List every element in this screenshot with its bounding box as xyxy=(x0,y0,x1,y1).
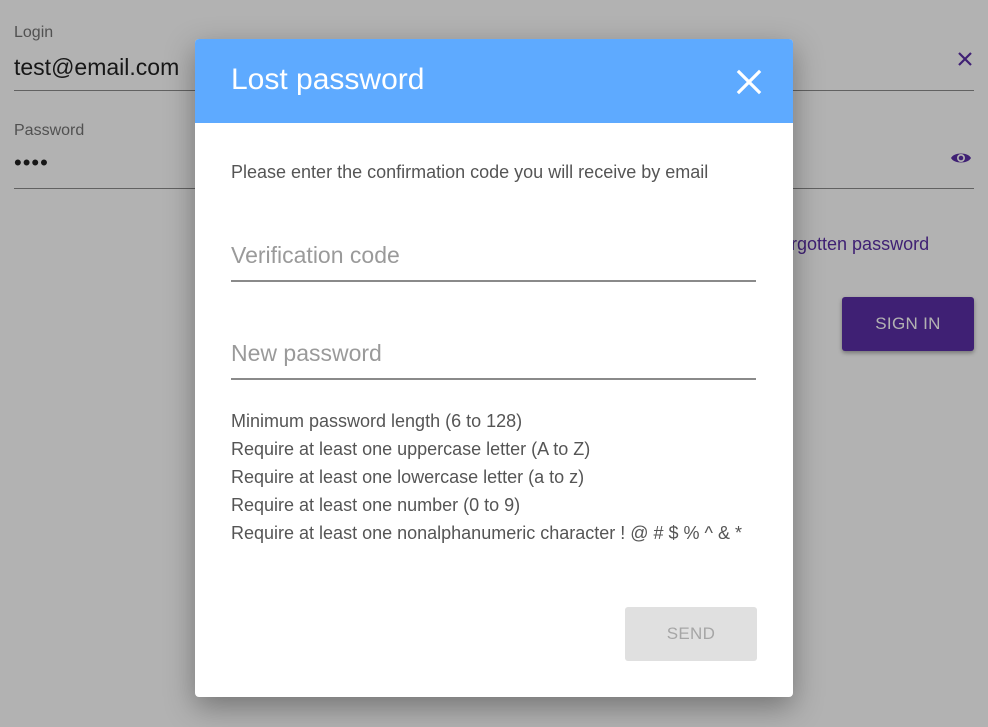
login-page: Login test@email.com Password •••• Forgo… xyxy=(0,0,988,727)
password-rules-list: Minimum password length (6 to 128) Requi… xyxy=(231,407,742,547)
dialog-title: Lost password xyxy=(231,63,425,96)
close-icon[interactable] xyxy=(733,66,765,98)
dialog-description: Please enter the confirmation code you w… xyxy=(231,162,709,182)
lost-password-dialog: Lost password Please enter the confirmat… xyxy=(195,39,793,697)
verification-code-field[interactable] xyxy=(231,232,756,282)
new-password-input[interactable] xyxy=(231,330,756,376)
password-rule: Minimum password length (6 to 128) xyxy=(231,411,523,431)
password-rule: Require at least one lowercase letter (a… xyxy=(231,467,585,487)
dialog-header: Lost password xyxy=(195,39,793,123)
password-rule: Require at least one uppercase letter (A… xyxy=(231,439,591,459)
send-button[interactable]: SEND xyxy=(625,607,757,661)
password-rule: Require at least one number (0 to 9) xyxy=(231,495,521,515)
verification-code-input[interactable] xyxy=(231,232,756,278)
password-rule: Require at least one nonalphanumeric cha… xyxy=(231,523,742,543)
new-password-field[interactable] xyxy=(231,330,756,380)
